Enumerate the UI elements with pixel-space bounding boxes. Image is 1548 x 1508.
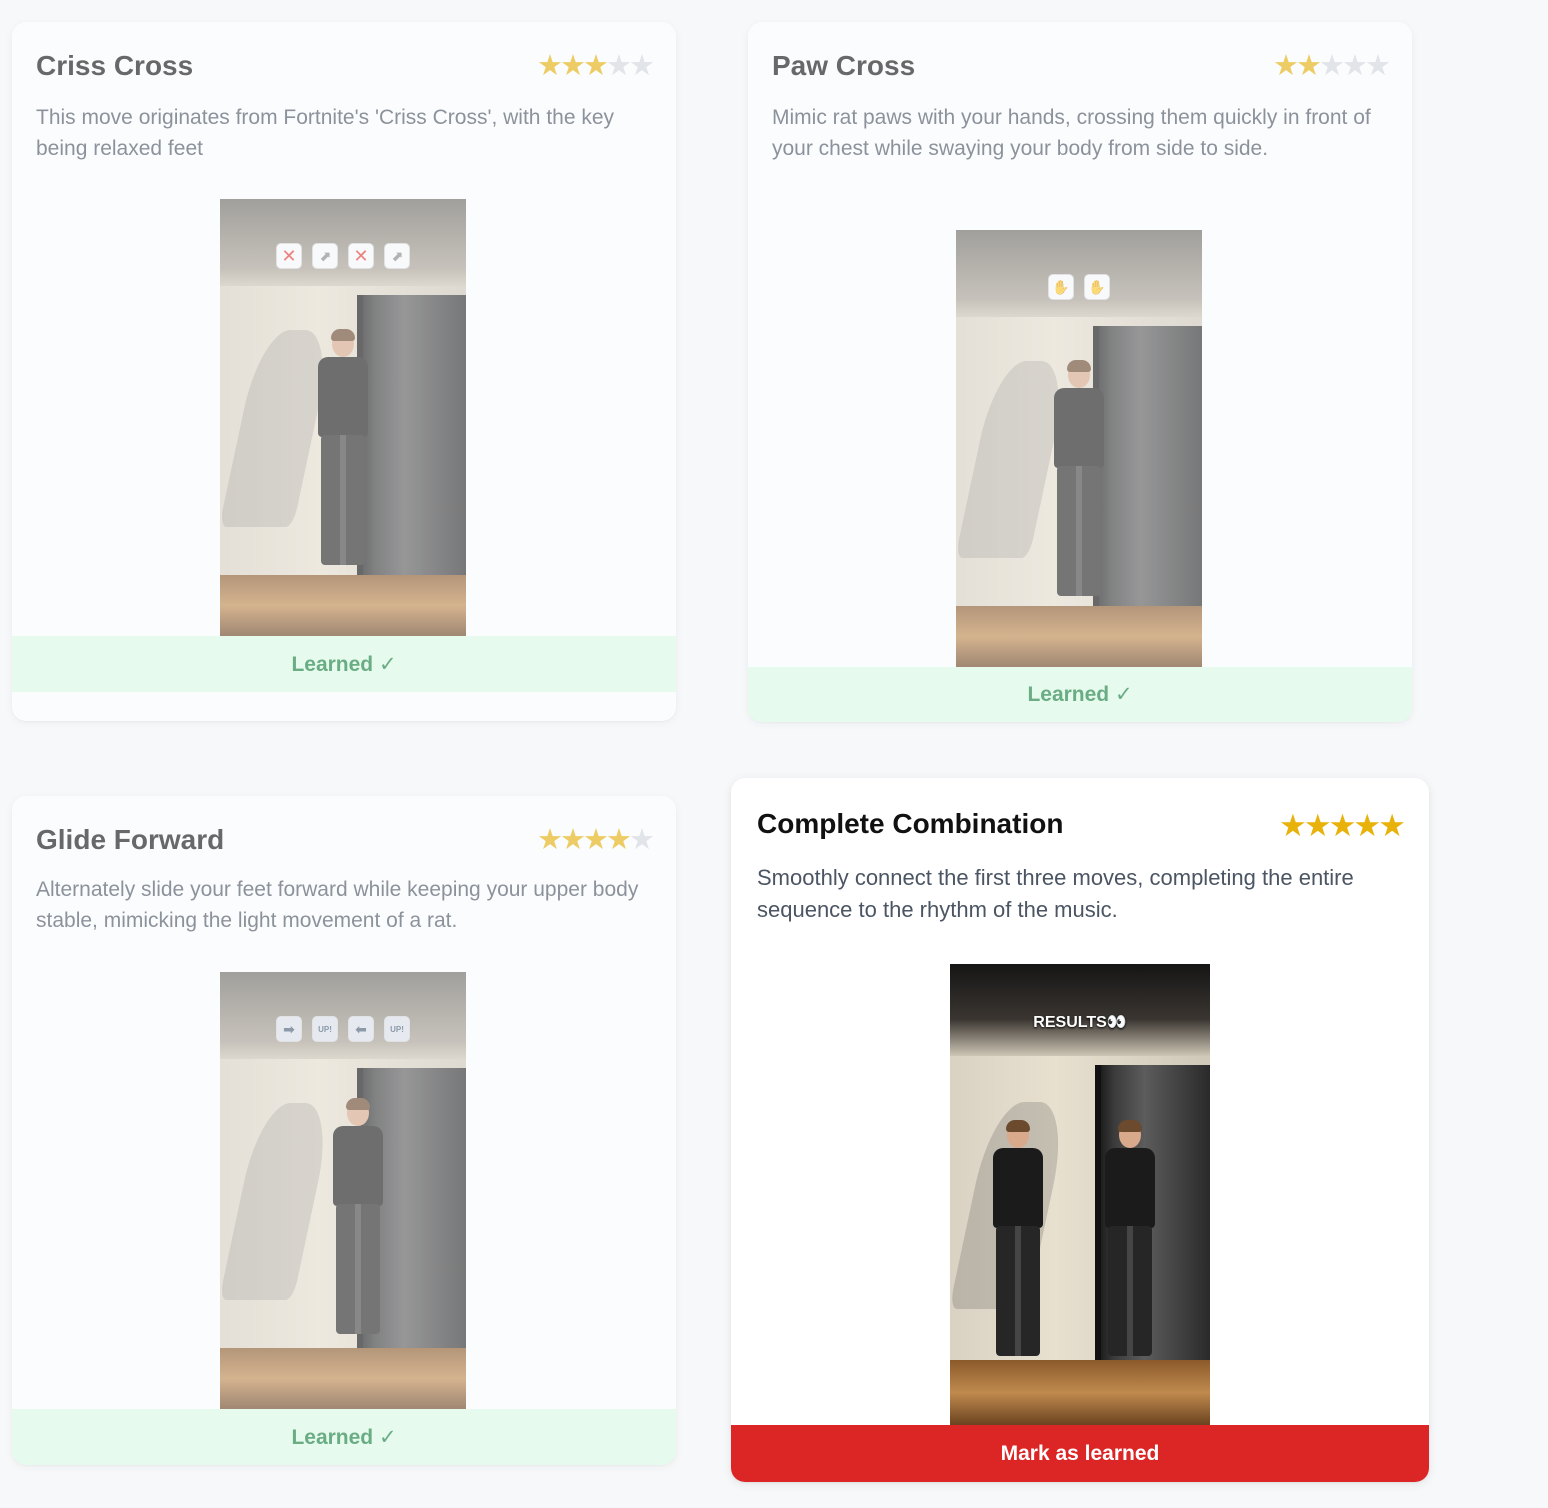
card-header: Complete Combination ★★★★★ bbox=[757, 808, 1406, 848]
star-filled-icon: ★ bbox=[537, 50, 563, 82]
hand-right-icon: ✋ bbox=[1048, 274, 1074, 300]
card-title: Criss Cross bbox=[36, 50, 194, 81]
star-rating: ★★★★★ bbox=[1273, 50, 1391, 82]
move-card-paw-cross: Paw Cross ★★★★★ Mimic rat paws with your… bbox=[748, 22, 1412, 722]
learned-status: Learned ✓ bbox=[12, 636, 676, 692]
star-filled-icon: ★ bbox=[1296, 50, 1322, 82]
video-overlay-text: RESULTS👀 bbox=[1033, 1014, 1127, 1031]
dancer-reflection bbox=[1080, 1120, 1180, 1384]
card-description: This move originates from Fortnite's 'Cr… bbox=[36, 106, 615, 160]
shoe-icon: ⬈ bbox=[312, 243, 338, 269]
move-video[interactable]: ➡ UP! ⬅ UP! bbox=[220, 972, 466, 1409]
star-empty-icon: ★ bbox=[1319, 50, 1345, 82]
star-filled-icon: ★ bbox=[1273, 50, 1299, 82]
star-empty-icon: ★ bbox=[606, 50, 632, 82]
star-filled-icon: ★ bbox=[537, 824, 563, 856]
dancer-figure bbox=[293, 329, 393, 593]
up-button-icon: UP! bbox=[312, 1016, 338, 1042]
star-filled-icon: ★ bbox=[606, 824, 632, 856]
card-title: Complete Combination bbox=[757, 808, 1064, 839]
card-header: Criss Cross ★★★★★ bbox=[36, 50, 655, 90]
star-rating: ★★★★★ bbox=[537, 824, 655, 856]
card-header: Glide Forward ★★★★★ bbox=[36, 824, 655, 864]
arrow-right-icon: ➡ bbox=[276, 1016, 302, 1042]
star-empty-icon: ★ bbox=[629, 50, 655, 82]
star-rating: ★★★★★ bbox=[537, 50, 655, 82]
dancer-figure bbox=[308, 1098, 408, 1362]
star-filled-icon: ★ bbox=[1303, 808, 1332, 843]
move-card-glide-forward: Glide Forward ★★★★★ Alternately slide yo… bbox=[12, 796, 676, 1465]
dancer-figure bbox=[1029, 360, 1129, 624]
card-title: Paw Cross bbox=[772, 50, 916, 81]
move-icons: ✋ ✋ bbox=[956, 274, 1202, 300]
star-filled-icon: ★ bbox=[1279, 808, 1307, 843]
card-description: Smoothly connect the first three moves, … bbox=[757, 865, 1354, 922]
star-empty-icon: ★ bbox=[1342, 50, 1368, 82]
cross-mark-icon: ✕ bbox=[348, 243, 374, 269]
cross-mark-icon: ✕ bbox=[276, 243, 302, 269]
move-video[interactable]: ✋ ✋ bbox=[956, 230, 1202, 667]
star-filled-icon: ★ bbox=[1353, 808, 1381, 843]
star-filled-icon: ★ bbox=[1328, 808, 1357, 843]
card-description: Alternately slide your feet forward whil… bbox=[36, 878, 639, 932]
move-icons: ✕ ⬈ ✕ ⬈ bbox=[220, 243, 466, 269]
learned-status: Learned ✓ bbox=[748, 667, 1412, 722]
star-filled-icon: ★ bbox=[560, 824, 586, 856]
up-button-icon: UP! bbox=[384, 1016, 410, 1042]
card-description: Mimic rat paws with your hands, crossing… bbox=[772, 106, 1371, 160]
star-filled-icon: ★ bbox=[1378, 808, 1406, 843]
card-header: Paw Cross ★★★★★ bbox=[772, 50, 1391, 90]
move-video[interactable]: RESULTS👀 bbox=[950, 964, 1210, 1425]
move-icons: ➡ UP! ⬅ UP! bbox=[220, 1016, 466, 1042]
star-filled-icon: ★ bbox=[583, 824, 609, 856]
dancer-figure bbox=[968, 1120, 1068, 1384]
learned-status: Learned ✓ bbox=[12, 1409, 676, 1465]
mark-as-learned-button[interactable]: Mark as learned bbox=[731, 1425, 1429, 1482]
move-card-criss-cross: Criss Cross ★★★★★ This move originates f… bbox=[12, 22, 676, 721]
star-empty-icon: ★ bbox=[1365, 50, 1391, 82]
star-filled-icon: ★ bbox=[583, 50, 609, 82]
card-title: Glide Forward bbox=[36, 824, 225, 855]
star-rating: ★★★★★ bbox=[1279, 808, 1406, 843]
star-filled-icon: ★ bbox=[560, 50, 586, 82]
shoe-icon: ⬈ bbox=[384, 243, 410, 269]
hand-left-icon: ✋ bbox=[1084, 274, 1110, 300]
arrow-left-icon: ⬅ bbox=[348, 1016, 374, 1042]
star-empty-icon: ★ bbox=[629, 824, 655, 856]
move-card-complete-combination: Complete Combination ★★★★★ Smoothly conn… bbox=[731, 778, 1429, 1482]
move-video[interactable]: ✕ ⬈ ✕ ⬈ bbox=[220, 199, 466, 636]
